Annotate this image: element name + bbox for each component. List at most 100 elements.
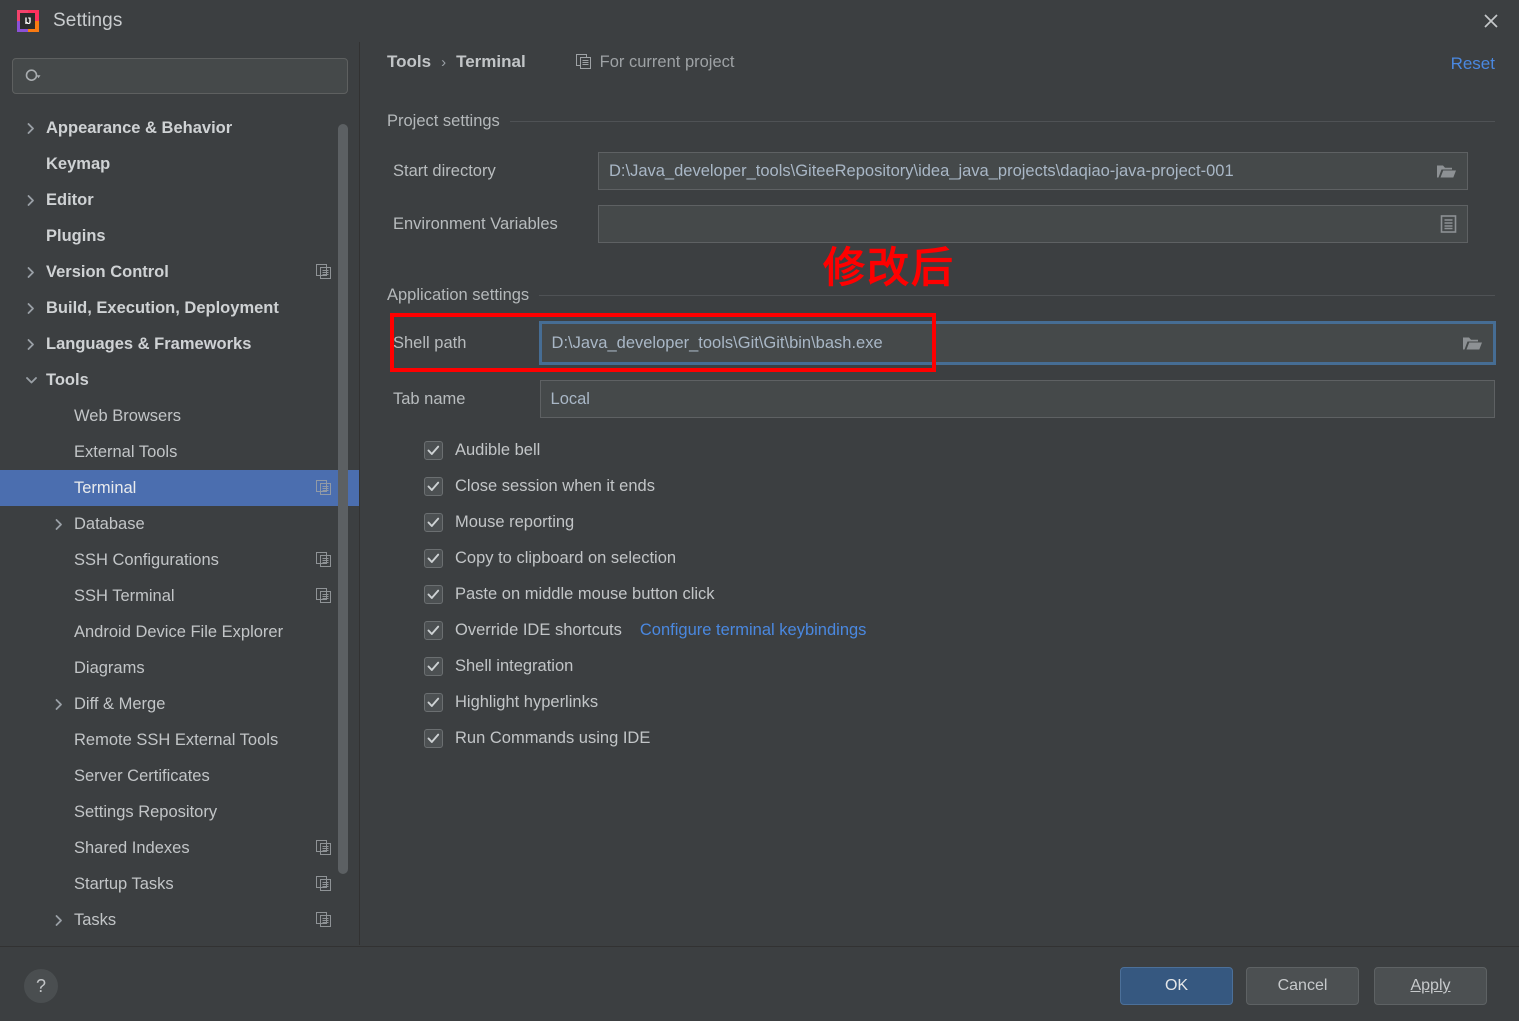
list-icon[interactable] (1440, 215, 1457, 234)
sidebar-item-settings-repository[interactable]: Settings Repository (0, 794, 360, 830)
chevron-right-icon[interactable] (20, 194, 42, 207)
checkbox-mouse-reporting[interactable] (424, 512, 443, 532)
environment-variables-input[interactable] (598, 205, 1468, 243)
sidebar-item-label: Tools (46, 370, 89, 389)
close-icon[interactable] (1463, 0, 1519, 42)
checkbox-row-run-commands-using-ide[interactable]: Run Commands using IDE (424, 720, 866, 756)
checkbox-row-override-ide-shortcuts[interactable]: Override IDE shortcuts Configure terminal… (424, 612, 866, 648)
checkbox-row-copy-to-clipboard-on-selection[interactable]: Copy to clipboard on selection (424, 540, 866, 576)
sidebar-item-terminal[interactable]: Terminal (0, 470, 360, 506)
checkbox-row-mouse-reporting[interactable]: Mouse reporting (424, 504, 866, 540)
checkbox-label: Run Commands using IDE (455, 728, 651, 747)
chevron-down-icon[interactable] (20, 375, 42, 385)
sidebar-scrollbar-thumb[interactable] (338, 124, 348, 874)
sidebar-item-ssh-terminal[interactable]: SSH Terminal (0, 578, 360, 614)
tab-name-label: Tab name (393, 389, 466, 408)
search-input[interactable] (42, 67, 347, 85)
checkbox-run-commands-using-ide[interactable] (424, 728, 443, 748)
sidebar-item-label: Diagrams (74, 658, 145, 677)
sidebar-item-tools[interactable]: Tools (0, 362, 360, 398)
sidebar-item-editor[interactable]: Editor (0, 182, 360, 218)
sidebar-item-appearance-behavior[interactable]: Appearance & Behavior (0, 110, 360, 146)
sidebar-item-shared-indexes[interactable]: Shared Indexes (0, 830, 360, 866)
chevron-right-icon[interactable] (20, 266, 42, 279)
checkbox-row-audible-bell[interactable]: Audible bell (424, 432, 866, 468)
sidebar-item-version-control[interactable]: Version Control (0, 254, 360, 290)
checkbox-row-shell-integration[interactable]: Shell integration (424, 648, 866, 684)
sidebar-item-android-device-file-explorer[interactable]: Android Device File Explorer (0, 614, 360, 650)
start-directory-input[interactable]: D:\Java_developer_tools\GiteeRepository\… (598, 152, 1468, 190)
apply-button[interactable]: Apply (1374, 967, 1487, 1005)
sidebar-item-label: Appearance & Behavior (46, 118, 233, 137)
folder-icon[interactable] (1462, 335, 1483, 352)
sidebar-item-web-browsers[interactable]: Web Browsers (0, 398, 360, 434)
sidebar-item-label: Plugins (46, 226, 106, 245)
application-settings-group-title: Application settings (387, 284, 1495, 306)
chevron-right-icon[interactable] (20, 122, 42, 135)
copy-icon (316, 552, 332, 568)
sidebar-item-startup-tasks[interactable]: Startup Tasks (0, 866, 360, 902)
settings-tree[interactable]: Appearance & Behavior Keymap Editor Plugins… (0, 110, 360, 945)
checkbox-copy-to-clipboard-on-selection[interactable] (424, 548, 443, 568)
folder-icon[interactable] (1436, 163, 1457, 180)
sidebar-item-external-tools[interactable]: External Tools (0, 434, 360, 470)
chevron-right-icon[interactable] (20, 302, 42, 315)
sidebar-item-build-execution-deployment[interactable]: Build, Execution, Deployment (0, 290, 360, 326)
sidebar-item-label: External Tools (74, 442, 178, 461)
terminal-options-list: Audible bell Close session when it ends Mo… (424, 432, 866, 756)
checkbox-audible-bell[interactable] (424, 440, 443, 460)
search-icon (25, 68, 42, 84)
copy-icon (575, 54, 592, 70)
sidebar-item-languages-frameworks[interactable]: Languages & Frameworks (0, 326, 360, 362)
sidebar-item-plugins[interactable]: Plugins (0, 218, 360, 254)
environment-variables-label: Environment Variables (393, 214, 558, 233)
shell-path-input[interactable]: D:\Java_developer_tools\Git\Git\bin\bash… (538, 321, 1497, 365)
checkbox-label: Override IDE shortcuts (455, 620, 622, 639)
help-button[interactable]: ? (24, 969, 58, 1003)
chevron-right-icon[interactable] (48, 914, 70, 927)
checkbox-override-ide-shortcuts[interactable] (424, 620, 443, 640)
chevron-right-icon[interactable] (48, 518, 70, 531)
sidebar-item-server-certificates[interactable]: Server Certificates (0, 758, 360, 794)
checkbox-label: Mouse reporting (455, 512, 575, 531)
sidebar-divider (359, 42, 360, 945)
search-box[interactable] (12, 58, 348, 94)
sidebar-item-diff-merge[interactable]: Diff & Merge (0, 686, 360, 722)
tab-name-input[interactable]: Local (539, 380, 1495, 418)
sidebar-item-tasks[interactable]: Tasks (0, 902, 360, 938)
cancel-button[interactable]: Cancel (1246, 967, 1359, 1005)
checkbox-label: Audible bell (455, 440, 541, 459)
checkbox-shell-integration[interactable] (424, 656, 443, 676)
sidebar-item-ssh-configurations[interactable]: SSH Configurations (0, 542, 360, 578)
checkbox-row-close-session-when-it-ends[interactable]: Close session when it ends (424, 468, 866, 504)
checkbox-paste-on-middle-mouse-button-click[interactable] (424, 584, 443, 604)
checkbox-label: Close session when it ends (455, 476, 655, 495)
sidebar-item-label: Settings Repository (74, 802, 218, 821)
group-title-text: Project settings (387, 111, 500, 130)
sidebar-item-keymap[interactable]: Keymap (0, 146, 360, 182)
sidebar-item-label: Web Browsers (74, 406, 181, 425)
sidebar-item-database[interactable]: Database (0, 506, 360, 542)
copy-icon (316, 840, 332, 856)
sidebar-item-remote-ssh-external-tools[interactable]: Remote SSH External Tools (0, 722, 360, 758)
checkbox-close-session-when-it-ends[interactable] (424, 476, 443, 496)
checkbox-row-highlight-hyperlinks[interactable]: Highlight hyperlinks (424, 684, 866, 720)
shell-path-row: Shell path D:\Java_developer_tools\Git\G… (393, 321, 1497, 365)
reset-link[interactable]: Reset (1451, 54, 1495, 74)
chevron-right-icon[interactable] (48, 698, 70, 711)
settings-dialog: IJ Settings Appearance & Behavior Keymap E… (0, 0, 1519, 1021)
group-rule (509, 120, 1495, 122)
configure-terminal-keybindings-link[interactable]: Configure terminal keybindings (640, 621, 867, 640)
breadcrumb-leaf: Terminal (456, 52, 526, 71)
project-settings-group: Project settings (387, 110, 1495, 132)
checkbox-row-paste-on-middle-mouse-button-click[interactable]: Paste on middle mouse button click (424, 576, 866, 612)
sidebar-item-diagrams[interactable]: Diagrams (0, 650, 360, 686)
sidebar-item-label: Languages & Frameworks (46, 334, 252, 353)
ok-button[interactable]: OK (1120, 967, 1233, 1005)
sidebar-item-label: Android Device File Explorer (74, 622, 284, 641)
chevron-right-icon[interactable] (20, 338, 42, 351)
checkbox-label: Shell integration (455, 656, 574, 675)
breadcrumb-root[interactable]: Tools (387, 52, 431, 72)
checkbox-highlight-hyperlinks[interactable] (424, 692, 443, 712)
start-directory-row: Start directory D:\Java_developer_tools\… (393, 152, 1495, 190)
